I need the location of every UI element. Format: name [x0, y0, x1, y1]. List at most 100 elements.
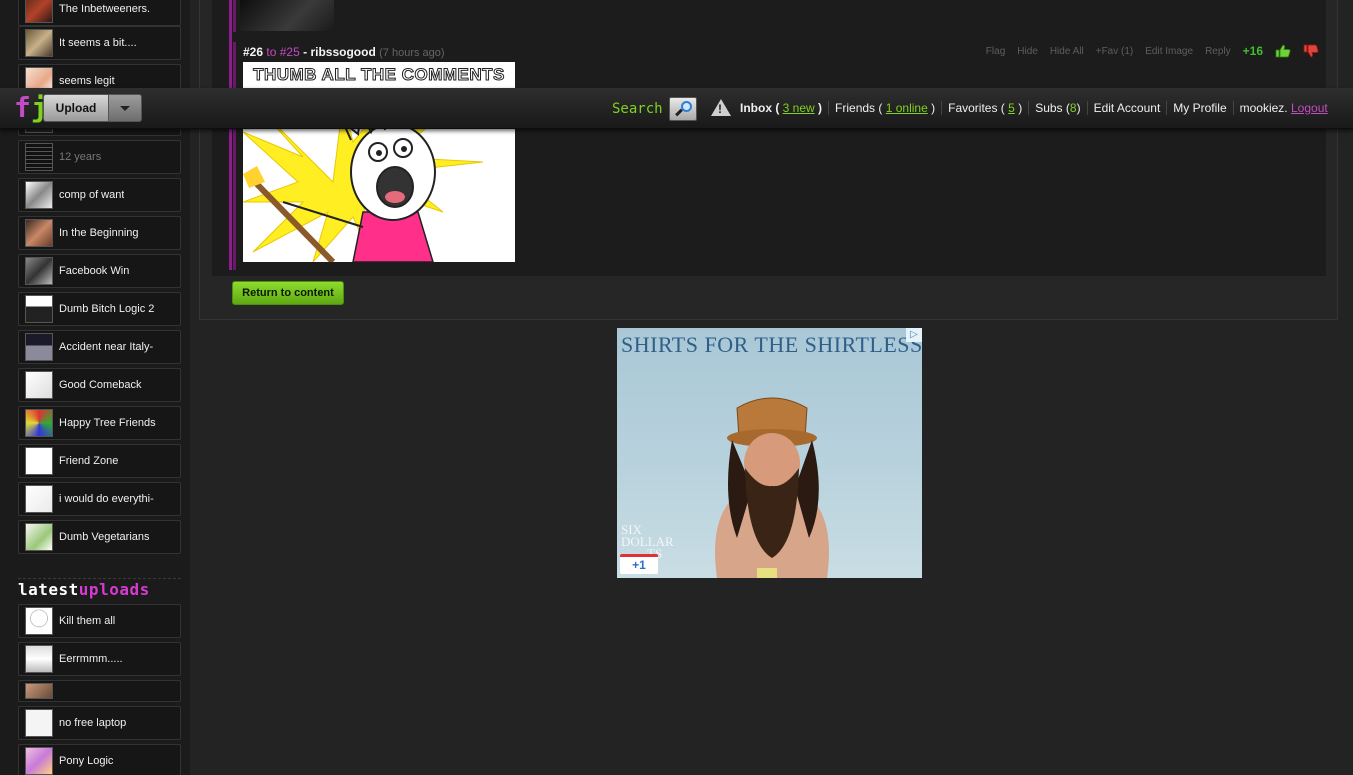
- favorites-link[interactable]: Favorites ( 5 ): [942, 101, 1030, 115]
- user-nav-links: Inbox ( 3 new ) Friends ( 1 online ) Fav…: [734, 101, 1334, 115]
- comment-actions: Flag Hide Hide All +Fav (1) Edit Image R…: [986, 44, 1319, 58]
- latest-item-label: no free laptop: [59, 717, 127, 729]
- thumb-down-icon[interactable]: [1303, 44, 1319, 58]
- advertisement[interactable]: SHIRTS FOR THE SHIRTLESS ▷ SIX DOLLAR TS…: [617, 328, 922, 578]
- thumbnail: [25, 143, 53, 171]
- search-icon[interactable]: [669, 97, 697, 121]
- sidebar-item[interactable]: Dumb Bitch Logic 2: [18, 292, 181, 326]
- upload-dropdown-button[interactable]: [109, 94, 142, 122]
- friends-count: 1 online: [885, 101, 928, 115]
- friends-close: ): [931, 101, 936, 115]
- latest-item[interactable]: Kill them all: [18, 604, 181, 638]
- thumbnail: [25, 409, 53, 437]
- sidebar-item[interactable]: It seems a bit....: [18, 26, 181, 60]
- favorites-count: 5: [1008, 101, 1015, 115]
- edit-image-link[interactable]: Edit Image: [1145, 46, 1193, 57]
- warning-icon[interactable]: [711, 99, 731, 116]
- reply-to-link[interactable]: #25: [280, 45, 300, 59]
- thumbnail: [25, 29, 53, 57]
- heading-word-latest: latest: [18, 580, 79, 599]
- return-to-content-button[interactable]: Return to content: [232, 281, 344, 305]
- sidebar-item[interactable]: In the Beginning: [18, 216, 181, 250]
- thread-line-prev: [233, 0, 236, 32]
- reply-link[interactable]: Reply: [1205, 46, 1231, 57]
- top-nav-bar: fj Upload Search Inbox ( 3 new ) Friends…: [0, 88, 1353, 129]
- sidebar-item-label: Good Comeback: [59, 379, 142, 391]
- favorites-label: Favorites (: [948, 101, 1005, 115]
- plus-one-button[interactable]: +1: [620, 554, 658, 574]
- inbox-link[interactable]: Inbox ( 3 new ): [734, 101, 830, 115]
- flag-link[interactable]: Flag: [986, 46, 1005, 57]
- search-label[interactable]: Search: [612, 101, 663, 117]
- thumbnail: [25, 219, 53, 247]
- section-divider: [18, 578, 181, 579]
- sidebar-item-label: comp of want: [59, 189, 125, 201]
- chevron-down-icon: [120, 106, 130, 111]
- sidebar-item-label: The Inbetweeners.: [59, 3, 151, 15]
- sidebar-item[interactable]: Accident near Italy-: [18, 330, 181, 364]
- thumbnail: [25, 709, 53, 737]
- thumbnail: [25, 607, 53, 635]
- hide-link[interactable]: Hide: [1017, 46, 1038, 57]
- sidebar-item-label: seems legit: [59, 75, 115, 87]
- latest-item[interactable]: [18, 680, 181, 702]
- sidebar-item-label: Friend Zone: [59, 455, 119, 467]
- logout-link[interactable]: Logout: [1291, 101, 1328, 115]
- comment-number[interactable]: #26: [243, 45, 263, 59]
- sidebar-item[interactable]: Good Comeback: [18, 368, 181, 402]
- fav-link[interactable]: +Fav (1): [1096, 46, 1134, 57]
- sidebar-item[interactable]: Dumb Vegetarians: [18, 520, 181, 554]
- sidebar-item[interactable]: 12 years: [18, 140, 181, 174]
- latest-item[interactable]: no free laptop: [18, 706, 181, 740]
- thumbnail: [25, 257, 53, 285]
- comment-time: (7 hours ago): [379, 47, 445, 59]
- comment-to-text: to: [266, 45, 277, 59]
- sidebar-item-label: Happy Tree Friends: [59, 417, 156, 429]
- latest-item-label: Pony Logic: [59, 755, 114, 767]
- latest-item-label: Eerrmmm.....: [59, 653, 123, 665]
- sidebar-item[interactable]: The Inbetweeners.: [18, 0, 181, 26]
- edit-account-link[interactable]: Edit Account: [1088, 101, 1168, 115]
- thumbnail: [25, 523, 53, 551]
- sidebar-item[interactable]: Happy Tree Friends: [18, 406, 181, 440]
- thumbnail: [25, 0, 53, 23]
- thumbnail: [25, 447, 53, 475]
- subs-label: Subs (: [1035, 101, 1070, 115]
- friends-link[interactable]: Friends ( 1 online ): [829, 101, 943, 115]
- thumbnail: [25, 371, 53, 399]
- sidebar-item-label: Facebook Win: [59, 265, 130, 277]
- sidebar-item[interactable]: Facebook Win: [18, 254, 181, 288]
- sidebar-item[interactable]: Friend Zone: [18, 444, 181, 478]
- adchoices-icon[interactable]: ▷: [906, 328, 922, 342]
- ad-headline: SHIRTS FOR THE SHIRTLESS: [621, 332, 922, 357]
- friends-label: Friends (: [835, 101, 883, 115]
- latest-item-label: Kill them all: [59, 615, 116, 627]
- comment-dash: -: [303, 45, 308, 59]
- thumbnail: [25, 295, 53, 323]
- username[interactable]: mookiez.: [1240, 101, 1288, 115]
- logo-letter-f: f: [14, 91, 31, 124]
- latest-item[interactable]: Eerrmmm.....: [18, 642, 181, 676]
- sidebar-item-label: It seems a bit....: [59, 37, 137, 49]
- user-menu: mookiez. Logout: [1234, 101, 1334, 115]
- thread-line-inner: [233, 42, 236, 270]
- heading-word-uploads: uploads: [78, 580, 150, 599]
- subs-count: 8: [1069, 101, 1077, 115]
- hide-all-link[interactable]: Hide All: [1050, 46, 1084, 57]
- sidebar-item[interactable]: i would do everythi-: [18, 482, 181, 516]
- inbox-count: 3 new: [782, 101, 815, 115]
- page-root: The Inbetweeners. It seems a bit.... see…: [0, 0, 1353, 775]
- my-profile-link[interactable]: My Profile: [1167, 101, 1234, 115]
- upload-button[interactable]: Upload: [43, 94, 109, 122]
- meme-caption: THUMB ALL THE COMMENTS: [243, 62, 515, 88]
- sidebar-item-label: Accident near Italy-: [59, 341, 154, 353]
- thumb-up-icon[interactable]: [1275, 44, 1291, 58]
- inbox-close: ): [818, 101, 823, 115]
- comment-author[interactable]: ribssogood: [310, 45, 375, 59]
- sidebar-item[interactable]: comp of want: [18, 178, 181, 212]
- favorites-close: ): [1018, 101, 1023, 115]
- latest-uploads-heading: latestuploads: [18, 580, 150, 599]
- thumbnail: [25, 333, 53, 361]
- latest-item[interactable]: Pony Logic: [18, 744, 181, 775]
- subs-link[interactable]: Subs (8): [1029, 101, 1088, 115]
